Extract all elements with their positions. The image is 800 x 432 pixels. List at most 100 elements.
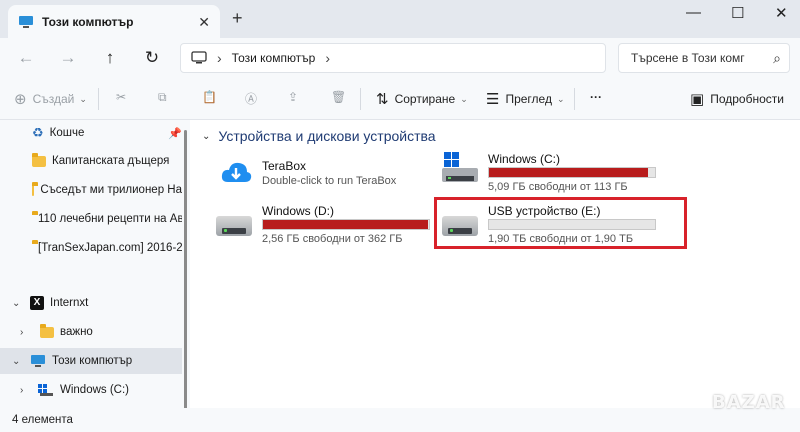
sidebar-scrollbar[interactable] <box>184 130 187 410</box>
plus-circle-icon: ⊕ <box>14 91 27 108</box>
sidebar-item-folder[interactable]: Съседът ми трилионер На <box>0 177 182 203</box>
chevron-down-icon[interactable]: ⌄ <box>202 131 210 142</box>
chevron-down-icon: ⌄ <box>556 93 565 104</box>
item-subtitle: 5,09 ГБ свободни от 113 ГБ <box>488 181 628 193</box>
computer-icon <box>31 355 45 367</box>
cut-icon[interactable]: ✂ <box>116 90 126 104</box>
search-placeholder: Търсене в Този комг <box>631 51 745 65</box>
title-bar: Този компютър ✕ + — ☐ ✕ <box>0 0 800 38</box>
chevron-right-icon[interactable]: › <box>20 327 23 338</box>
up-button[interactable]: ↑ <box>98 46 122 70</box>
chevron-down-icon[interactable]: ⌄ <box>12 356 20 367</box>
content-pane: ⌄ Устройства и дискови устройства TeraBo… <box>190 120 800 408</box>
sidebar-item-label: [TranSexJapan.com] 2016-20 <box>38 242 182 254</box>
sidebar-item-label: 110 лечебни рецепти на Ав <box>38 213 182 225</box>
sidebar-item-folder[interactable]: [TranSexJapan.com] 2016-20 <box>0 235 182 261</box>
pin-icon[interactable]: 📌 <box>168 127 182 140</box>
item-drive-c[interactable]: Windows (C:) 5,09 ГБ свободни от 113 ГБ <box>442 150 662 193</box>
address-segment[interactable]: Този компютър <box>232 51 316 65</box>
computer-icon <box>19 15 33 28</box>
usage-bar-fill <box>489 168 648 177</box>
windows-drive-icon <box>442 152 478 182</box>
folder-icon <box>40 323 54 338</box>
usage-bar <box>488 167 656 178</box>
back-button[interactable]: ← <box>14 46 38 70</box>
create-button[interactable]: ⊕ Създай ⌄ <box>14 90 87 108</box>
item-subtitle: Double-click to run TeraBox <box>262 175 397 187</box>
sidebar-item-label: Windows (C:) <box>60 384 130 396</box>
sidebar-item-label: Капитанската дъщеря <box>52 155 170 167</box>
chevron-down-icon[interactable]: ⌄ <box>12 298 20 309</box>
sidebar-item-folder[interactable]: Капитанската дъщеря <box>0 148 182 174</box>
more-options-button[interactable]: ··· <box>590 90 602 104</box>
chevron-right-icon[interactable]: › <box>217 50 222 66</box>
toolbar-divider <box>98 88 99 110</box>
details-button[interactable]: ▣ Подробности <box>690 90 784 108</box>
toolbar-divider <box>574 88 575 110</box>
close-tab-icon[interactable]: ✕ <box>198 14 210 31</box>
search-icon[interactable]: ⌕ <box>773 50 781 67</box>
view-icon: ☰ <box>486 91 500 108</box>
item-terabox[interactable]: TeraBox Double-click to run TeraBox <box>216 156 416 192</box>
create-label: Създай <box>32 92 75 106</box>
item-subtitle: 2,56 ГБ свободни от 362 ГБ <box>262 233 403 245</box>
folder-icon <box>32 181 39 196</box>
item-name: Windows (C:) <box>488 152 561 166</box>
internxt-icon: X <box>30 296 44 310</box>
navigation-bar: ← → ↑ ↻ › Този компютър › Търсене в Този… <box>0 38 800 78</box>
paste-icon[interactable]: 📋 <box>202 90 217 104</box>
navigation-pane: ♻ Кошче 📌 Капитанската дъщеря Съседът ми… <box>0 120 190 408</box>
terabox-cloud-icon <box>221 162 252 182</box>
refresh-button[interactable]: ↻ <box>140 46 164 70</box>
chevron-right-icon[interactable]: › <box>20 385 23 396</box>
folder-icon <box>32 152 46 167</box>
chevron-down-icon: ⌄ <box>79 93 87 104</box>
sidebar-item-this-pc[interactable]: ⌄ Този компютър <box>0 348 182 374</box>
close-window-button[interactable]: ✕ <box>775 4 788 22</box>
command-bar: ⊕ Създай ⌄ ✂ ⧉ 📋 Ⓐ ⇪ 🗑 ⇅ Сортиране ⌄ ☰ П… <box>0 78 800 120</box>
tab-title: Този компютър <box>42 14 134 29</box>
sidebar-item-label: Internxt <box>50 297 89 309</box>
item-name: Windows (D:) <box>262 204 335 218</box>
hard-drive-icon <box>216 216 252 236</box>
item-name: TeraBox <box>262 159 307 173</box>
usage-bar <box>262 219 430 230</box>
delete-icon[interactable]: 🗑 <box>331 90 346 104</box>
sort-button[interactable]: ⇅ Сортиране ⌄ <box>376 90 468 108</box>
drive-icon <box>38 384 53 396</box>
watermark-logo: BAZAR <box>712 392 786 413</box>
item-count: 4 елемента <box>12 414 73 426</box>
item-drive-d[interactable]: Windows (D:) 2,56 ГБ свободни от 362 ГБ <box>216 202 436 245</box>
new-tab-button[interactable]: + <box>232 8 243 29</box>
share-icon[interactable]: ⇪ <box>288 90 298 104</box>
sidebar-item-folder[interactable]: › важно <box>0 319 182 345</box>
view-button[interactable]: ☰ Преглед ⌄ <box>486 90 565 108</box>
sidebar-item-label: важно <box>60 326 93 338</box>
copy-icon[interactable]: ⧉ <box>158 90 167 105</box>
maximize-button[interactable]: ☐ <box>731 4 744 22</box>
search-input[interactable]: Търсене в Този комг ⌕ <box>618 43 790 73</box>
toolbar-divider <box>360 88 361 110</box>
sort-icon: ⇅ <box>376 91 389 108</box>
monitor-icon <box>191 51 207 64</box>
address-bar[interactable]: › Този компютър › <box>180 43 606 73</box>
sidebar-item-recycle-bin[interactable]: ♻ Кошче 📌 <box>0 120 182 146</box>
sidebar-item-folder[interactable]: 110 лечебни рецепти на Ав <box>0 206 182 232</box>
sort-label: Сортиране <box>394 92 456 106</box>
sidebar-item-label: Съседът ми трилионер На <box>40 184 182 196</box>
status-bar: 4 елемента <box>0 408 800 432</box>
tab-this-pc[interactable]: Този компютър ✕ <box>8 5 220 38</box>
details-label: Подробности <box>710 92 784 106</box>
sidebar-item-internxt[interactable]: ⌄ X Internxt <box>0 290 182 316</box>
chevron-down-icon: ⌄ <box>460 93 468 104</box>
sidebar-item-windows-c[interactable]: › Windows (C:) <box>0 377 182 403</box>
recycle-bin-icon: ♻ <box>32 125 44 140</box>
chevron-right-icon[interactable]: › <box>325 50 330 66</box>
rename-icon[interactable]: Ⓐ <box>245 90 257 107</box>
sidebar-item-label: Кошче <box>49 127 85 139</box>
minimize-button[interactable]: — <box>686 4 701 21</box>
group-header[interactable]: ⌄ Устройства и дискови устройства <box>202 128 436 144</box>
forward-button[interactable]: → <box>56 46 80 70</box>
usage-bar-fill <box>263 220 428 229</box>
details-pane-icon: ▣ <box>690 91 705 108</box>
